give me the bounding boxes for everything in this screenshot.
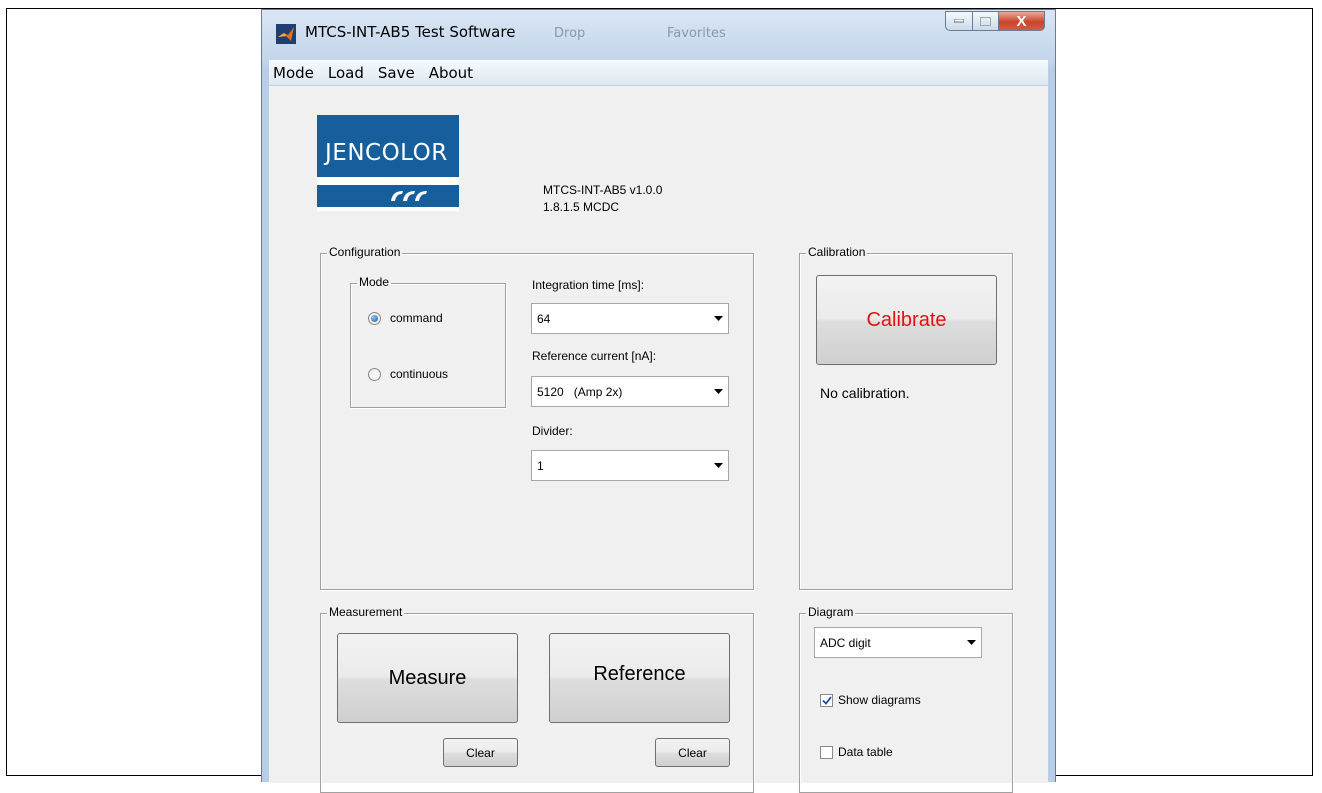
background-hint-favorites: Favorites — [667, 26, 726, 41]
logo-text: JENCOLOR — [325, 140, 448, 166]
reference-current-select[interactable]: 5120 (Amp 2x) — [531, 376, 729, 407]
menu-save[interactable]: Save — [371, 62, 422, 84]
window-controls: X — [945, 11, 1045, 33]
matlab-icon — [276, 24, 296, 44]
mode-option-continuous-label: continuous — [390, 367, 449, 381]
mode-group: Mode command continuous — [350, 275, 506, 408]
divider-value: 1 — [537, 458, 544, 473]
dropdown-arrow-icon — [961, 640, 981, 645]
divider-label: Divider: — [532, 424, 573, 438]
diagram-title: Diagram — [806, 605, 856, 619]
divider-select[interactable]: 1 — [531, 450, 729, 481]
checkbox-unchecked-icon[interactable] — [820, 745, 833, 759]
radio-selected-icon[interactable] — [368, 311, 381, 325]
dropdown-arrow-icon — [708, 389, 728, 394]
diagram-panel: Diagram ADC digit Show diagrams Data tab… — [799, 605, 1013, 793]
calibration-status: No calibration. — [820, 385, 910, 401]
measure-button[interactable]: Measure — [337, 633, 518, 723]
integration-time-label: Integration time [ms]: — [532, 278, 645, 292]
show-diagrams-label: Show diagrams — [838, 693, 921, 707]
reference-button[interactable]: Reference — [549, 633, 730, 723]
app-window: MTCS-INT-AB5 Test Software Drop Favorite… — [261, 9, 1056, 793]
clear-measure-button[interactable]: Clear — [443, 738, 518, 767]
configuration-title: Configuration — [327, 245, 403, 259]
version-info: MTCS-INT-AB5 v1.0.0 1.8.1.5 MCDC — [543, 182, 662, 216]
logo-bottom-band — [317, 185, 459, 207]
menu-bar: Mode Load Save About — [269, 60, 1048, 86]
measurement-title: Measurement — [327, 605, 405, 619]
integration-time-value: 64 — [537, 311, 551, 326]
integration-time-select[interactable]: 64 — [531, 303, 729, 334]
dropdown-arrow-icon — [708, 316, 728, 321]
data-table-checkbox[interactable]: Data table — [820, 745, 893, 759]
jencolor-logo: JENCOLOR — [317, 115, 459, 211]
menu-load[interactable]: Load — [321, 62, 371, 84]
mode-option-command[interactable]: command — [368, 311, 443, 325]
close-button[interactable]: X — [999, 11, 1045, 31]
menu-mode[interactable]: Mode — [269, 62, 321, 84]
window-title: MTCS-INT-AB5 Test Software — [305, 23, 516, 41]
diagram-type-value: ADC digit — [820, 635, 871, 650]
version-line-2: 1.8.1.5 MCDC — [543, 200, 620, 214]
dropdown-arrow-icon — [708, 463, 728, 468]
mode-option-continuous[interactable]: continuous — [368, 367, 448, 381]
reference-current-value: 5120 (Amp 2x) — [537, 384, 623, 399]
close-icon: X — [1016, 12, 1027, 30]
data-table-label: Data table — [838, 745, 893, 759]
radio-unselected-icon[interactable] — [368, 367, 381, 381]
maximize-button[interactable] — [973, 11, 999, 31]
mode-option-command-label: command — [390, 311, 443, 325]
maximize-icon — [980, 16, 991, 26]
background-hint-drop: Drop — [554, 26, 586, 41]
calibration-panel: Calibration Calibrate No calibration. — [799, 245, 1013, 590]
reference-current-label: Reference current [nA]: — [532, 349, 657, 363]
configuration-panel: Configuration Mode command continuous In… — [320, 245, 754, 590]
diagram-type-select[interactable]: ADC digit — [814, 627, 982, 658]
menu-about[interactable]: About — [422, 62, 480, 84]
logo-mark-icon — [391, 191, 427, 201]
client-area: Mode Load Save About JENCOLOR MTCS-INT-A… — [269, 60, 1048, 793]
clear-reference-button[interactable]: Clear — [655, 738, 730, 767]
show-diagrams-checkbox[interactable]: Show diagrams — [820, 693, 921, 707]
title-bar[interactable]: MTCS-INT-AB5 Test Software Drop Favorite… — [262, 10, 1055, 60]
calibrate-button[interactable]: Calibrate — [816, 275, 997, 365]
version-line-1: MTCS-INT-AB5 v1.0.0 — [543, 183, 663, 197]
minimize-icon — [954, 19, 964, 23]
calibration-title: Calibration — [806, 245, 868, 259]
measurement-panel: Measurement Measure Reference Clear Clea… — [320, 605, 754, 793]
checkbox-checked-icon[interactable] — [820, 693, 833, 707]
minimize-button[interactable] — [945, 11, 973, 31]
mode-group-title: Mode — [357, 275, 392, 289]
